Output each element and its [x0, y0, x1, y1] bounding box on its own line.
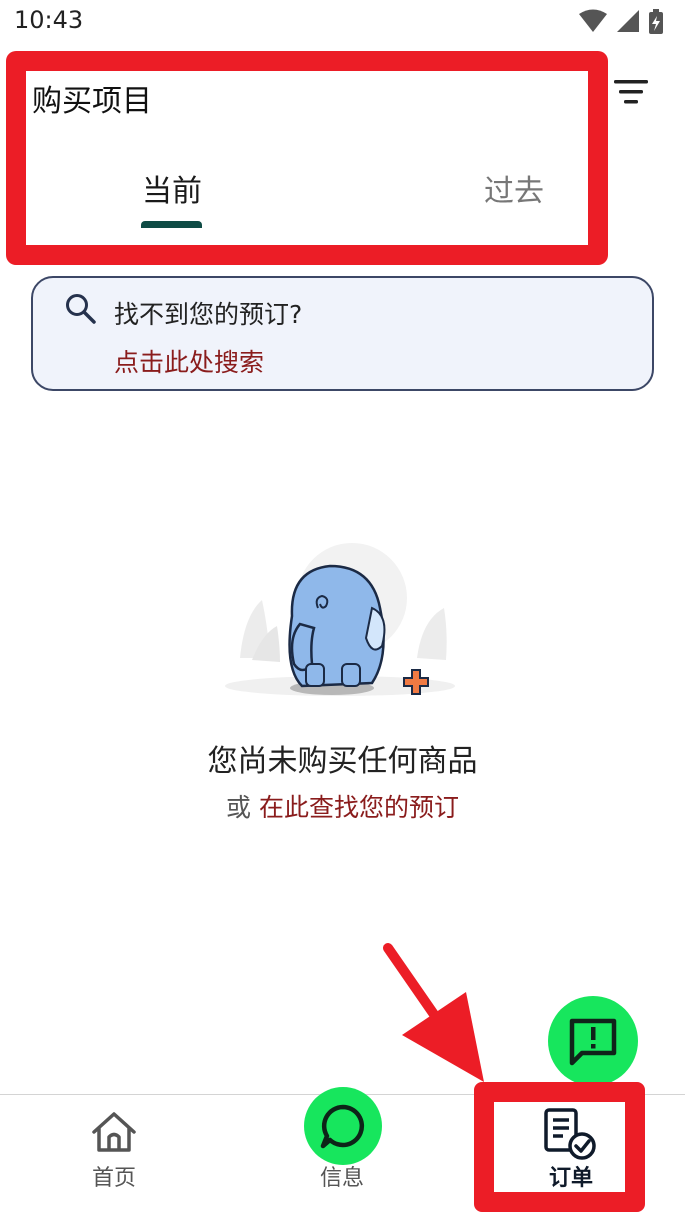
orders-icon[interactable] — [542, 1106, 600, 1162]
empty-state-or-text: 或 — [226, 793, 252, 822]
active-tab-indicator — [141, 221, 202, 228]
tab-past[interactable]: 过去 — [482, 166, 546, 210]
empty-state-title: 您尚未购买任何商品 — [207, 744, 478, 779]
status-time: 10:43 — [14, 6, 84, 34]
home-icon[interactable] — [90, 1110, 138, 1154]
filter-icon[interactable] — [606, 72, 658, 112]
nav-messages-label[interactable]: 信息 — [312, 1160, 372, 1192]
chat-bubble-icon[interactable] — [318, 1101, 368, 1151]
nav-orders-label[interactable]: 订单 — [534, 1160, 608, 1192]
search-card-link[interactable]: 点击此处搜索 — [114, 343, 264, 379]
signal-icon — [617, 10, 639, 32]
search-icon — [66, 294, 96, 324]
nav-home-label[interactable]: 首页 — [84, 1160, 144, 1192]
page-title: 购买项目 — [32, 84, 152, 119]
battery-icon — [649, 9, 663, 34]
status-icons — [579, 9, 663, 34]
elephant-illustration — [225, 543, 455, 696]
support-chat-icon — [569, 1018, 617, 1066]
search-card-question: 找不到您的预订? — [114, 300, 303, 329]
tab-current[interactable]: 当前 — [140, 166, 204, 210]
find-booking-link[interactable]: 在此查找您的预订 — [259, 793, 459, 822]
red-arrow-annotation — [383, 943, 484, 1082]
empty-state-subtitle: 或 在此查找您的预订 — [0, 788, 685, 824]
wifi-icon — [579, 9, 607, 32]
